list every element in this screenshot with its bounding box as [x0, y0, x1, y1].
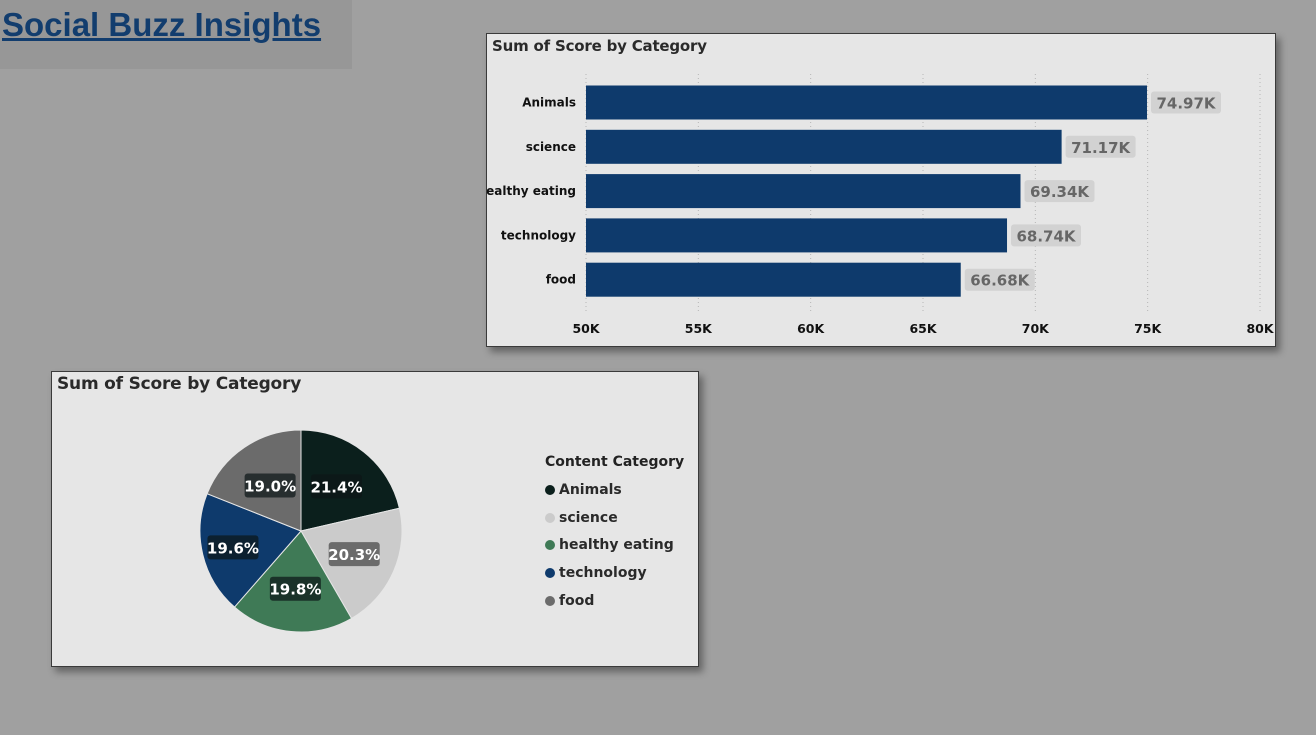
pie-data-label: 19.6%: [207, 539, 259, 557]
x-tick-label: 55K: [685, 321, 713, 336]
legend-item[interactable]: technology: [545, 559, 684, 587]
x-tick-label: 60K: [797, 321, 825, 336]
legend-dot-icon: [545, 540, 555, 551]
legend-item[interactable]: healthy eating: [545, 531, 684, 559]
bar-data-label: 69.34K: [1030, 183, 1090, 201]
bar: [586, 174, 1021, 209]
bar: [586, 85, 1147, 120]
legend-dot-icon: [545, 595, 555, 606]
bar-data-label: 68.74K: [1016, 227, 1076, 245]
page-title-link[interactable]: Social Buzz Insights: [2, 6, 321, 44]
bar-category-label: food: [546, 273, 576, 287]
bar: [586, 129, 1062, 164]
legend-item[interactable]: food: [545, 587, 684, 615]
pie-data-label: 19.8%: [269, 581, 321, 599]
bar-data-label: 71.17K: [1071, 139, 1131, 157]
pie-chart-card[interactable]: Sum of Score by Category 21.4% 20.3% 19.8%…: [51, 371, 699, 667]
x-tick-label: 50K: [572, 321, 600, 336]
bar-category-label: Animals: [522, 96, 576, 110]
bar-category-label: technology: [501, 228, 576, 242]
legend-item[interactable]: science: [545, 504, 684, 532]
bar-chart-title: Sum of Score by Category: [492, 37, 707, 55]
legend-dot-icon: [545, 484, 555, 495]
bar-category-label: science: [526, 140, 576, 154]
pie-legend: Content Category Animals science healthy e…: [545, 454, 684, 614]
title-box: Social Buzz Insights: [0, 0, 352, 69]
bar: [586, 262, 961, 297]
pie-chart-title: Sum of Score by Category: [57, 374, 302, 394]
bar-data-label: 74.97K: [1156, 95, 1216, 113]
x-tick-label: 75K: [1134, 321, 1162, 336]
legend-label: science: [559, 509, 618, 526]
legend-label: food: [559, 592, 595, 609]
legend-item[interactable]: Animals: [545, 476, 684, 504]
x-tick-label: 80K: [1246, 321, 1274, 336]
bar-chart-card[interactable]: Sum of Score by Category 50K 55K 60K 65K 70K…: [478, 33, 1276, 347]
pie-data-label: 19.0%: [244, 477, 296, 495]
bar-chart: 50K 55K 60K 65K 70K 75K 80K Animals 74.97K scienc…: [478, 74, 1275, 336]
legend-dot-icon: [545, 567, 555, 578]
pie-data-label: 20.3%: [328, 546, 380, 564]
bar-data-label: 66.68K: [970, 272, 1030, 290]
pie-data-label: 21.4%: [310, 478, 362, 496]
bar-category-label: healthy eating: [487, 184, 576, 198]
legend-title: Content Category: [545, 454, 685, 470]
legend-label: healthy eating: [559, 537, 674, 554]
legend-label: technology: [559, 564, 647, 581]
x-tick-label: 65K: [909, 321, 937, 336]
bar: [586, 218, 1008, 253]
x-tick-label: 70K: [1022, 321, 1050, 336]
legend-label: Animals: [559, 481, 622, 498]
legend-dot-icon: [545, 512, 555, 523]
